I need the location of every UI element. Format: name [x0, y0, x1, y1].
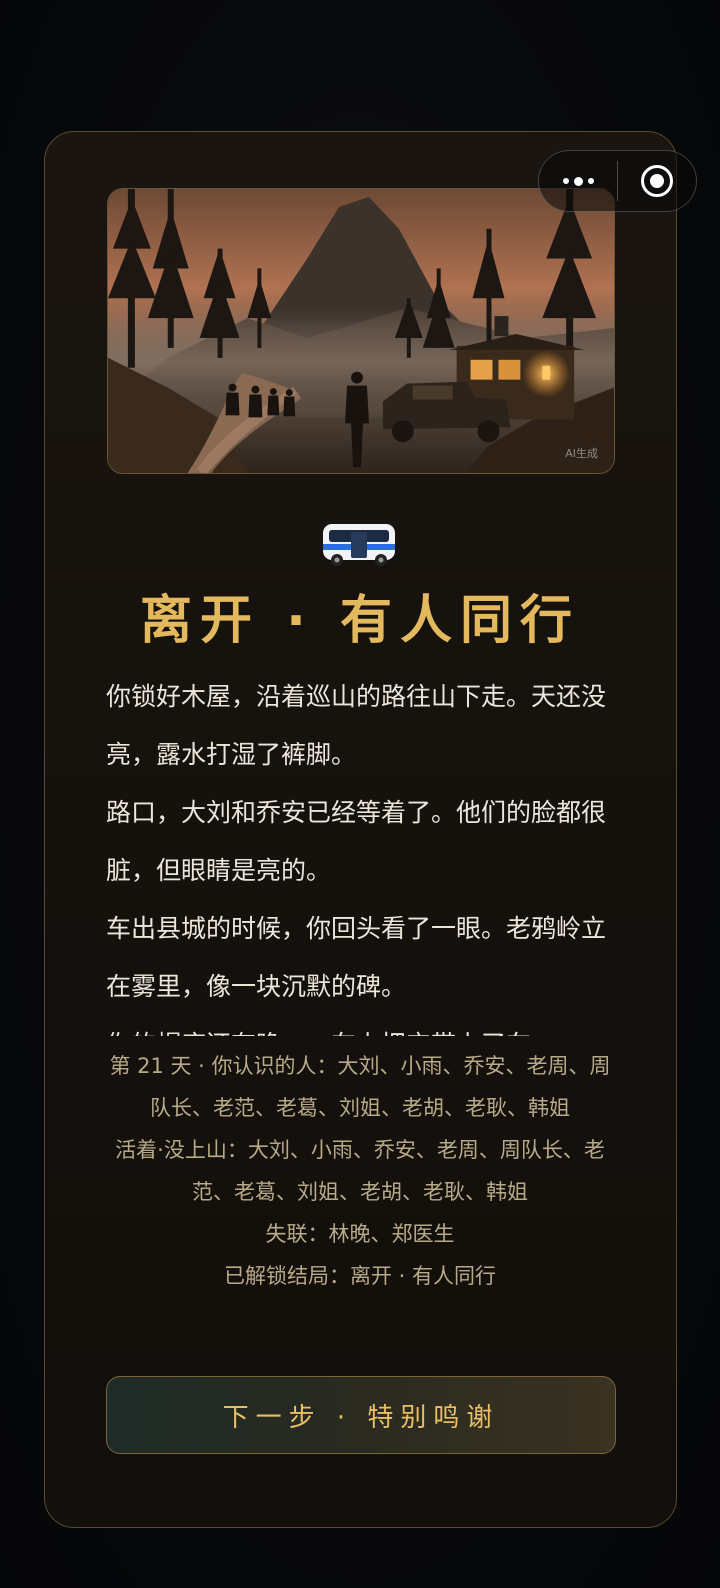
- unlocked-ending-line: 已解锁结局：离开 · 有人同行: [223, 1264, 497, 1288]
- story-paragraph: 你的帽座还有晚……车上把它带上了车: [106, 1016, 616, 1036]
- bus-icon: [321, 520, 397, 568]
- ai-generated-watermark: AI生成: [565, 447, 598, 460]
- story-paragraph: 车出县城的时候，你回头看了一眼。老鸦岭立在雾里，像一块沉默的碑。: [106, 914, 607, 1001]
- ending-title: 离开 · 有人同行: [140, 591, 580, 651]
- story-paragraph: 你锁好木屋，沿着巡山的路往山下走。天还没亮，露水打湿了裤脚。: [106, 682, 607, 769]
- target-close-icon[interactable]: [618, 151, 696, 211]
- more-dots-icon[interactable]: [539, 151, 617, 211]
- story-paragraph: 路口，大刘和乔安已经等着了。他们的脸都很脏，但眼睛是亮的。: [106, 798, 607, 885]
- ending-card: AI生成 离开 · 有人同行 你锁好木屋，沿着巡山的路往山下走。天还没亮，露水打…: [44, 131, 677, 1528]
- ending-scene-image: AI生成: [107, 188, 615, 474]
- alive-line: 活着·没上山：大刘、小雨、乔安、老周、周队长、老范、老葛、刘姐、老胡、老耿、韩姐: [115, 1138, 605, 1204]
- missing-line: 失联：林晚、郑医生: [265, 1222, 455, 1246]
- miniprogram-capsule: [538, 150, 697, 212]
- ending-story-text: 你锁好木屋，沿着巡山的路往山下走。天还没亮，露水打湿了裤脚。 路口，大刘和乔安已…: [106, 668, 616, 1036]
- next-step-button[interactable]: 下一步 · 特别鸣谢: [106, 1376, 616, 1454]
- run-summary: 第 21 天 · 你认识的人：大刘、小雨、乔安、老周、周队长、老范、老葛、刘姐、…: [105, 1045, 615, 1297]
- known-people-line: 第 21 天 · 你认识的人：大刘、小雨、乔安、老周、周队长、老范、老葛、刘姐、…: [109, 1054, 611, 1120]
